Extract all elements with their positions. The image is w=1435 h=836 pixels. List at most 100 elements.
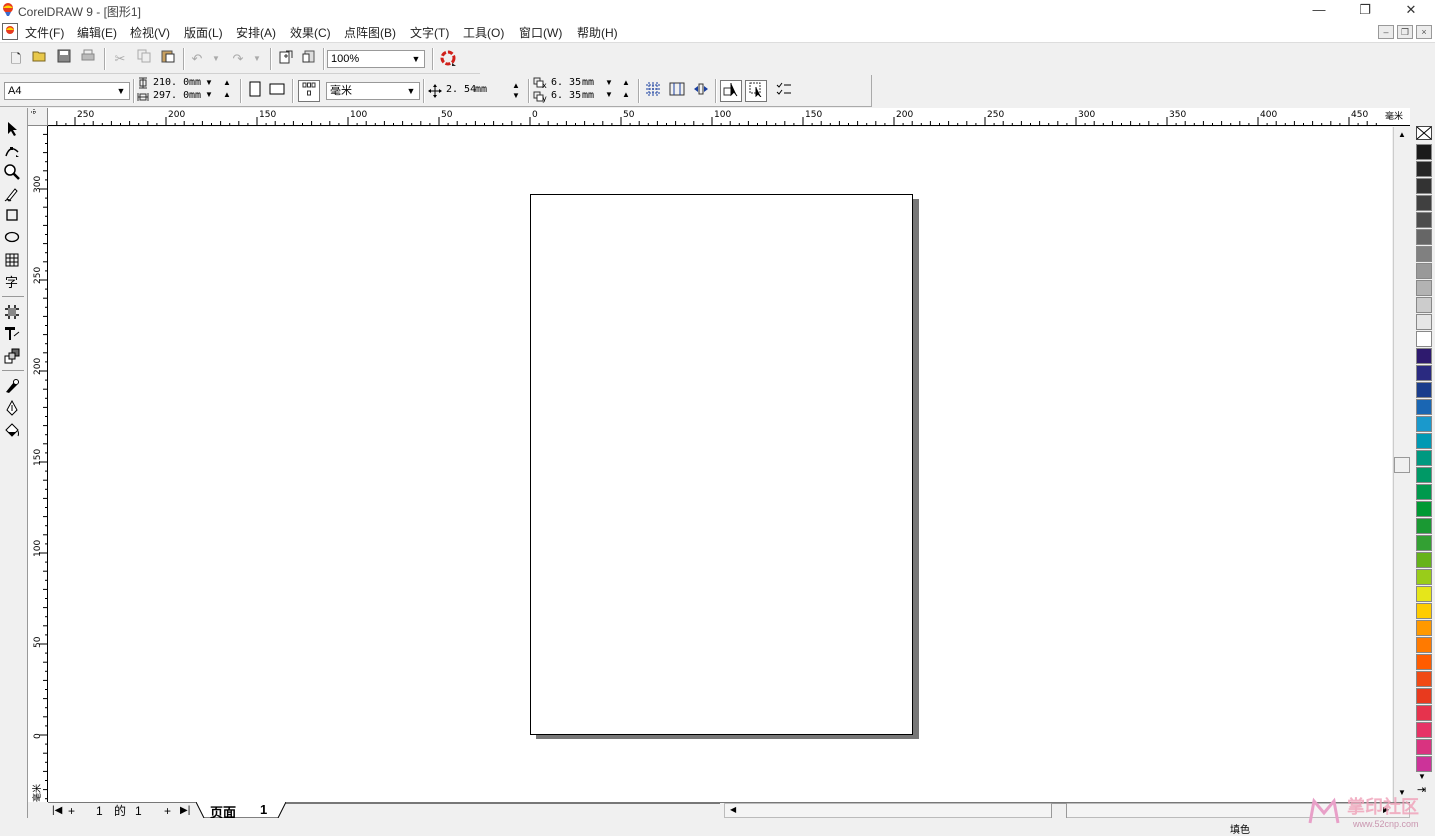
- snap-to-guidelines-icon[interactable]: [667, 81, 687, 101]
- color-swatch[interactable]: [1416, 722, 1432, 738]
- dup-x-value[interactable]: 6. 35: [551, 77, 581, 88]
- outline-pen-tool-icon[interactable]: [3, 378, 21, 396]
- zoom-level-combo[interactable]: 100% ▼: [327, 50, 425, 68]
- color-swatch[interactable]: [1416, 569, 1432, 585]
- color-swatch[interactable]: [1416, 399, 1432, 415]
- add-page-after-icon[interactable]: +: [164, 803, 171, 819]
- mdi-minimize-button[interactable]: –: [1378, 25, 1394, 39]
- horizontal-ruler[interactable]: 250 200 150 100 50 0 50 100 150 200 250 300 350 400 45…: [48, 108, 1410, 126]
- interactive-transparency-tool-icon[interactable]: [3, 348, 21, 366]
- nudge-spin-up-icon[interactable]: ▲: [512, 82, 520, 90]
- nudge-value[interactable]: 2. 54: [446, 84, 476, 95]
- menu-help[interactable]: 帮助(H): [577, 24, 618, 41]
- fill-bucket-tool-icon[interactable]: [3, 422, 21, 440]
- snap-to-objects-icon[interactable]: [691, 81, 711, 101]
- menu-file[interactable]: 文件(F): [25, 24, 64, 41]
- color-swatch[interactable]: [1416, 535, 1432, 551]
- menu-text[interactable]: 文字(T): [410, 24, 449, 41]
- paper-size-combo[interactable]: A4 ▼: [4, 82, 130, 100]
- cut-icon[interactable]: ✂: [110, 49, 130, 69]
- color-swatch[interactable]: [1416, 263, 1432, 279]
- portrait-orientation-icon[interactable]: [245, 81, 265, 101]
- color-swatch[interactable]: [1416, 518, 1432, 534]
- dup-y-spin-up-icon[interactable]: ▲: [622, 91, 630, 99]
- color-swatch[interactable]: [1416, 161, 1432, 177]
- menu-tools[interactable]: 工具(O): [463, 24, 504, 41]
- save-icon[interactable]: [54, 49, 74, 69]
- color-swatch[interactable]: [1416, 246, 1432, 262]
- mdi-restore-button[interactable]: ❐: [1397, 25, 1413, 39]
- first-page-icon[interactable]: |◀: [52, 803, 62, 819]
- undo-icon[interactable]: ↶: [187, 49, 207, 69]
- color-swatch[interactable]: [1416, 178, 1432, 194]
- options-checklist-icon[interactable]: [774, 81, 794, 101]
- color-swatch[interactable]: [1416, 450, 1432, 466]
- color-swatch[interactable]: [1416, 433, 1432, 449]
- undo-dropdown-icon[interactable]: ▼: [206, 49, 226, 69]
- print-icon[interactable]: [78, 49, 98, 69]
- vertical-ruler[interactable]: 300 250 200 150 100 50 0 毫米: [28, 126, 48, 802]
- color-swatch[interactable]: [1416, 620, 1432, 636]
- color-swatch[interactable]: [1416, 416, 1432, 432]
- color-swatch[interactable]: [1416, 348, 1432, 364]
- freehand-tool-icon[interactable]: [3, 186, 21, 204]
- menu-edit[interactable]: 编辑(E): [77, 24, 117, 41]
- palette-scroll-down-icon[interactable]: ▼: [1418, 772, 1426, 781]
- color-swatch[interactable]: [1416, 654, 1432, 670]
- dup-x-spin-up-icon[interactable]: ▲: [622, 79, 630, 87]
- vertical-scrollbar[interactable]: ▲ ▼: [1393, 127, 1410, 802]
- color-swatch[interactable]: [1416, 144, 1432, 160]
- mdi-close-button[interactable]: ×: [1416, 25, 1432, 39]
- application-launcher-icon[interactable]: [438, 49, 458, 69]
- dup-y-dropdown-icon[interactable]: ▼: [605, 91, 613, 99]
- paste-icon[interactable]: [158, 49, 178, 69]
- color-swatch[interactable]: [1416, 365, 1432, 381]
- new-document-icon[interactable]: 🗋: [6, 49, 26, 69]
- fill-pen-nib-tool-icon[interactable]: [3, 399, 21, 418]
- eyedropper-tool-icon[interactable]: [3, 326, 21, 344]
- redo-icon[interactable]: ↷: [228, 49, 248, 69]
- page-layout-icon[interactable]: [298, 80, 320, 102]
- color-swatch[interactable]: [1416, 229, 1432, 245]
- open-folder-icon[interactable]: [30, 49, 50, 69]
- scroll-up-icon[interactable]: ▲: [1395, 128, 1409, 142]
- color-swatch[interactable]: [1416, 739, 1432, 755]
- nudge-spin-down-icon[interactable]: ▼: [512, 92, 520, 100]
- color-swatch[interactable]: [1416, 297, 1432, 313]
- add-page-before-icon[interactable]: +: [68, 803, 75, 819]
- units-combo[interactable]: 毫米 ▼: [326, 82, 420, 100]
- ruler-origin-corner[interactable]: [28, 108, 48, 126]
- dup-x-dropdown-icon[interactable]: ▼: [605, 79, 613, 87]
- import-icon[interactable]: [276, 49, 296, 69]
- document-icon[interactable]: [2, 23, 18, 40]
- ellipse-tool-icon[interactable]: [3, 230, 21, 248]
- vertical-scroll-thumb[interactable]: [1394, 457, 1410, 473]
- rectangle-tool-icon[interactable]: [3, 208, 21, 226]
- graph-paper-tool-icon[interactable]: [3, 252, 21, 270]
- restore-button[interactable]: ❐: [1342, 0, 1388, 21]
- color-swatch[interactable]: [1416, 603, 1432, 619]
- color-swatch[interactable]: [1416, 314, 1432, 330]
- page-tab[interactable]: 页面 1: [196, 802, 286, 820]
- color-swatch[interactable]: [1416, 280, 1432, 296]
- pick-tool-icon[interactable]: [3, 121, 21, 139]
- color-swatch[interactable]: [1416, 484, 1432, 500]
- menu-view[interactable]: 检视(V): [130, 24, 170, 41]
- last-page-icon[interactable]: ▶|: [180, 803, 190, 819]
- interactive-blend-tool-icon[interactable]: [3, 304, 21, 322]
- color-swatch[interactable]: [1416, 382, 1432, 398]
- scroll-left-icon[interactable]: ◀: [730, 805, 736, 814]
- color-swatch[interactable]: [1416, 756, 1432, 772]
- color-swatch[interactable]: [1416, 688, 1432, 704]
- width-dropdown-icon[interactable]: ▼: [205, 79, 213, 87]
- height-spin-up-icon[interactable]: ▲: [223, 91, 231, 99]
- menu-effects[interactable]: 效果(C): [290, 24, 331, 41]
- treat-as-filled-icon[interactable]: [720, 80, 742, 102]
- color-swatch[interactable]: [1416, 586, 1432, 602]
- color-swatch[interactable]: [1416, 552, 1432, 568]
- color-swatch[interactable]: [1416, 212, 1432, 228]
- zoom-tool-icon[interactable]: [3, 164, 21, 182]
- color-swatch[interactable]: [1416, 467, 1432, 483]
- horizontal-scroll-thumb[interactable]: [1051, 803, 1067, 819]
- page-width-value[interactable]: 210. 0: [153, 77, 189, 88]
